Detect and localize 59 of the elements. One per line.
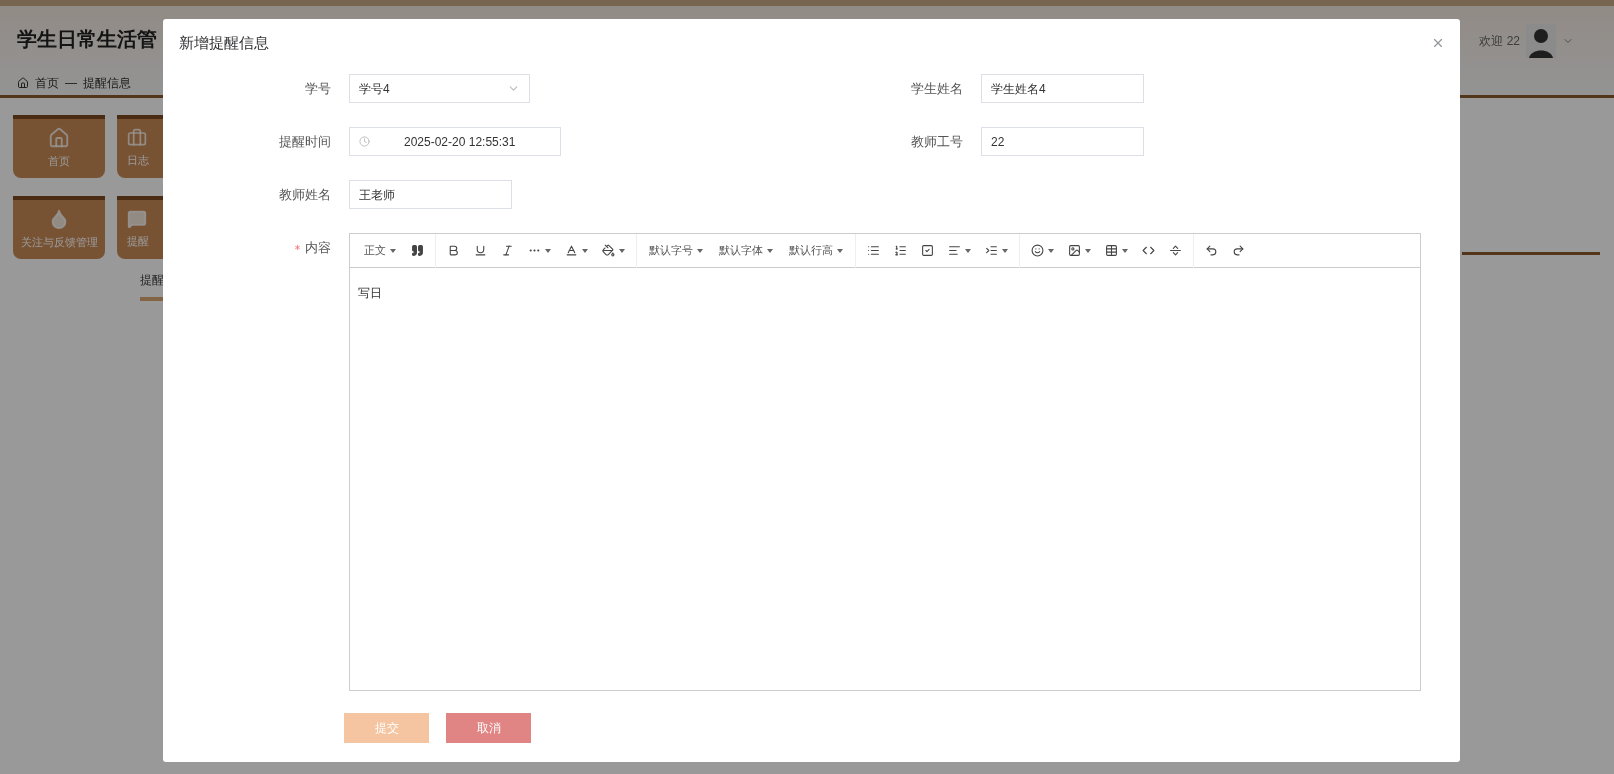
date-field[interactable]: 2025-02-20 12:55:31 (349, 127, 561, 156)
undo-icon (1205, 244, 1218, 257)
caret-icon (965, 248, 971, 253)
paint-bucket-icon (602, 244, 615, 257)
field-label: 教师姓名 (279, 185, 331, 204)
caret-icon (1085, 248, 1091, 253)
input-field[interactable]: 学生姓名4 (981, 74, 1144, 103)
quote-icon (411, 244, 424, 257)
line-height-dropdown[interactable]: 默认行高 (781, 239, 851, 262)
field-label: 提醒时间 (279, 132, 331, 151)
field-label: 学号 (305, 79, 331, 98)
numbered-list-icon (894, 244, 907, 257)
italic-icon (501, 244, 514, 257)
font-size-dropdown[interactable]: 默认字号 (641, 239, 711, 262)
font-color-icon (565, 244, 578, 257)
caret-icon (767, 248, 773, 253)
editor-text[interactable]: 写日 (358, 286, 382, 300)
welcome-text: 欢迎 22 (1479, 33, 1520, 50)
field-label: 内容 (305, 238, 331, 257)
house-icon (48, 127, 70, 150)
bold-icon (447, 244, 460, 257)
clock-icon (359, 136, 370, 147)
app-title: 学生日常生活管 (17, 27, 157, 52)
image-icon (1068, 244, 1081, 257)
smiley-icon (1031, 244, 1044, 257)
checkbox-icon (921, 244, 934, 257)
breadcrumb-current: 提醒信息 (83, 75, 131, 92)
field-label: 教师工号 (911, 132, 963, 151)
breadcrumb-separator: — (65, 75, 77, 92)
caret-icon (582, 248, 588, 253)
caret-icon (545, 248, 551, 253)
underline-icon (474, 244, 487, 257)
format-dropdown[interactable]: 正文 (356, 239, 404, 262)
briefcase-icon (127, 128, 147, 149)
dialog-title: 新增提醒信息 (179, 32, 269, 53)
message-icon (127, 209, 147, 230)
caret-icon (619, 248, 625, 253)
align-left-icon (948, 244, 961, 257)
caret-icon (1122, 248, 1128, 253)
breadcrumb-link[interactable]: 首页 (35, 74, 59, 92)
redo-icon (1232, 244, 1245, 257)
bullet-list-icon (867, 244, 880, 257)
caret-icon (390, 248, 396, 253)
code-icon (1142, 244, 1155, 257)
caret-icon (697, 248, 703, 253)
field-label: 学生姓名 (911, 79, 963, 98)
input-field[interactable]: 王老师 (349, 180, 512, 209)
caret-icon (837, 248, 843, 253)
avatar-icon (1526, 24, 1556, 58)
input-field[interactable]: 22 (981, 127, 1144, 156)
divider-icon (1169, 244, 1182, 257)
caret-icon (1048, 248, 1054, 253)
home-icon (17, 77, 29, 89)
table-icon (1105, 244, 1118, 257)
indent-icon (985, 244, 998, 257)
font-family-dropdown[interactable]: 默认字体 (711, 239, 781, 262)
caret-icon (1002, 248, 1008, 253)
select-field[interactable]: 学号4 (349, 74, 530, 103)
close-icon[interactable] (1431, 36, 1445, 50)
